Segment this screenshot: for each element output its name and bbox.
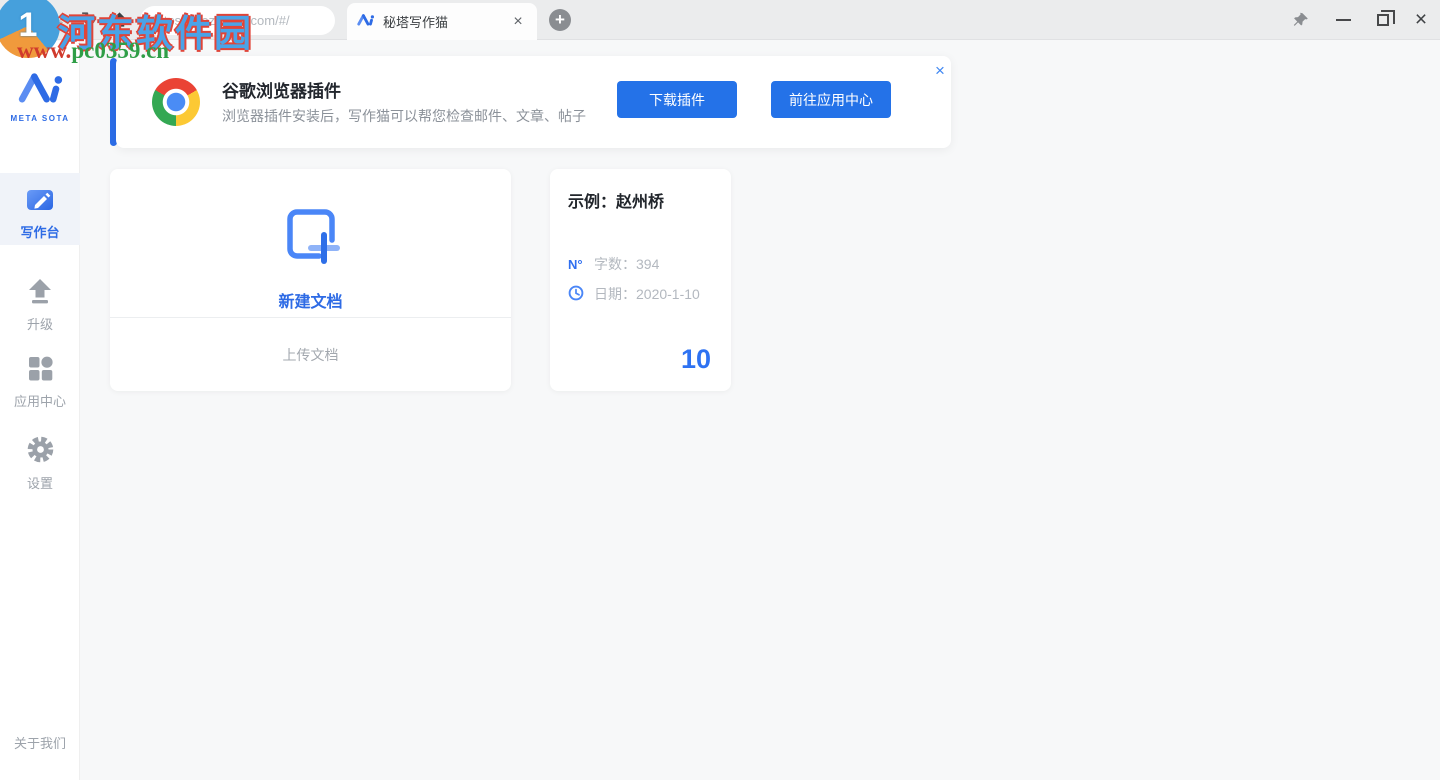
back-icon[interactable]: ← <box>8 0 38 40</box>
new-document-card: 新建文档 上传文档 <box>110 169 511 391</box>
sidebar-item-settings[interactable]: 设置 <box>0 424 80 496</box>
chrome-icon <box>152 78 200 126</box>
new-document-button[interactable]: 新建文档 <box>110 169 511 317</box>
app-logo: META SOTA <box>0 71 80 123</box>
sidebar-item-app-center[interactable]: 应用中心 <box>0 344 80 416</box>
banner-close-icon[interactable]: × <box>929 60 951 82</box>
tab-xiezuocat[interactable]: 秘塔写作猫 × <box>347 3 537 40</box>
upload-document-button[interactable]: 上传文档 <box>110 318 511 391</box>
banner-title: 谷歌浏览器插件 <box>222 77 341 102</box>
sidebar-item-label: 应用中心 <box>0 391 80 410</box>
sample-document-card[interactable]: 示例：赵州桥 N° 字数：394 日期：2020-1-10 10 <box>550 169 731 391</box>
date-text: 日期：2020-1-10 <box>594 284 700 304</box>
wordcount-row: N° 字数：394 <box>568 254 659 274</box>
forward-icon[interactable]: → <box>42 0 72 40</box>
edit-icon <box>25 200 55 217</box>
app-grid-icon <box>27 369 54 386</box>
metasota-logo-icon <box>16 71 64 103</box>
sidebar: META SOTA 写作台 升级 <box>0 41 80 780</box>
pin-icon[interactable] <box>1284 0 1318 40</box>
window-close-button[interactable]: × <box>1404 0 1438 40</box>
tab-close-icon[interactable]: × <box>509 13 527 31</box>
sidebar-item-label: 写作台 <box>0 222 80 241</box>
wordcount-icon: N° <box>568 257 585 272</box>
wordcount-text: 字数：394 <box>594 254 659 274</box>
goto-app-center-button[interactable]: 前往应用中心 <box>771 81 891 118</box>
sidebar-item-writing-desk[interactable]: 写作台 <box>0 173 80 245</box>
maximize-button[interactable] <box>1366 0 1400 40</box>
banner-card: 谷歌浏览器插件 浏览器插件安装后，写作猫可以帮您检查邮件、文章、帖子 下载插件 … <box>116 56 951 148</box>
sidebar-item-upgrade[interactable]: 升级 <box>0 266 80 338</box>
sidebar-item-label: 设置 <box>0 473 80 492</box>
upload-arrow-icon <box>26 292 54 309</box>
sidebar-item-label: 升级 <box>0 314 80 333</box>
document-score: 10 <box>681 344 711 375</box>
clock-icon <box>568 285 585 304</box>
minimize-button[interactable] <box>1326 0 1360 40</box>
refresh-icon[interactable]: ↻ <box>74 0 104 40</box>
browser-titlebar: ← → ↻ https://xiezuocat.com/#/ 秘塔写作猫 × +… <box>0 0 1440 40</box>
new-tab-button[interactable]: + <box>549 9 571 31</box>
sidebar-about-link[interactable]: 关于我们 <box>0 733 80 752</box>
new-document-label: 新建文档 <box>110 288 511 312</box>
tab-favicon-icon <box>357 13 374 31</box>
main-content: 谷歌浏览器插件 浏览器插件安装后，写作猫可以帮您检查邮件、文章、帖子 下载插件 … <box>81 41 1440 780</box>
address-bar[interactable]: https://xiezuocat.com/#/ <box>140 6 335 35</box>
upload-document-label: 上传文档 <box>283 345 339 365</box>
sample-doc-title: 示例：赵州桥 <box>568 188 664 212</box>
banner-subtitle: 浏览器插件安装后，写作猫可以帮您检查邮件、文章、帖子 <box>222 106 586 126</box>
brand-name: META SOTA <box>0 114 80 123</box>
add-document-icon <box>280 203 342 270</box>
tab-title: 秘塔写作猫 <box>383 12 509 31</box>
home-icon[interactable] <box>104 0 134 40</box>
download-plugin-button[interactable]: 下载插件 <box>617 81 737 118</box>
date-row: 日期：2020-1-10 <box>568 284 700 304</box>
gear-icon <box>26 451 55 468</box>
plugin-banner: 谷歌浏览器插件 浏览器插件安装后，写作猫可以帮您检查邮件、文章、帖子 下载插件 … <box>110 56 951 148</box>
